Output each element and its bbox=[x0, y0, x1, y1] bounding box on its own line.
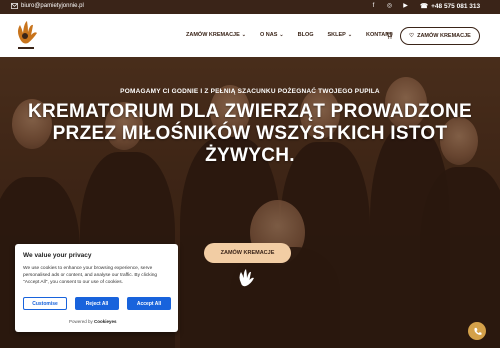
nav-item-o-nas[interactable]: O NAS ⌄ bbox=[260, 32, 284, 38]
chevron-down-icon: ⌄ bbox=[241, 32, 246, 38]
consent-title: We value your privacy bbox=[23, 252, 92, 259]
nav-item-sklep[interactable]: SKLEP ⌄ bbox=[328, 32, 353, 38]
chevron-down-icon: ⌄ bbox=[279, 32, 284, 38]
powered-by: Powered by Cookieyes bbox=[69, 319, 117, 324]
cookieyes-logo[interactable]: Cookieyes bbox=[94, 319, 117, 324]
facebook-icon[interactable]: f bbox=[370, 3, 377, 10]
hero-order-cremation-button[interactable]: ZAMÓW KREMACJE bbox=[204, 243, 291, 263]
heart-icon: ♡ bbox=[409, 33, 415, 39]
phone-icon: ☎ bbox=[420, 3, 429, 10]
top-bar: biuro@pamietyjonnie.pl f ◎ ▶ ☎ +48 575 0… bbox=[0, 0, 500, 14]
mail-icon bbox=[11, 3, 18, 9]
hero-headline: KREMATORIUM DLA ZWIERZĄT PROWADZONE PRZE… bbox=[28, 101, 472, 166]
cookie-consent-dialog: We value your privacy We use cookies to … bbox=[15, 244, 178, 332]
main-navbar: ZAMÓW KREMACJE ⌄ O NAS ⌄ BLOG SKLEP ⌄ KONTA… bbox=[0, 14, 500, 57]
paw-hand-icon bbox=[239, 269, 254, 287]
hero-tagline: POMAGAMY CI GODNIE I Z PEŁNIĄ SZACUNKU P… bbox=[120, 88, 380, 95]
email-text: biuro@pamietyjonnie.pl bbox=[21, 3, 84, 9]
instagram-icon[interactable]: ◎ bbox=[386, 3, 393, 10]
call-button[interactable] bbox=[468, 322, 486, 340]
accept-all-button[interactable]: Accept All bbox=[127, 297, 171, 310]
customise-button[interactable]: Customise bbox=[23, 297, 67, 310]
phone-icon bbox=[473, 327, 482, 335]
logo[interactable] bbox=[12, 17, 40, 53]
consent-text: We use cookies to enhance your browsing … bbox=[23, 266, 158, 285]
reject-all-button[interactable]: Reject All bbox=[75, 297, 119, 310]
chevron-down-icon: ⌄ bbox=[347, 32, 353, 38]
nav-item-zamow-kremacje[interactable]: ZAMÓW KREMACJE ⌄ bbox=[186, 32, 246, 38]
phone-link[interactable]: ☎ +48 575 081 313 bbox=[420, 2, 481, 11]
email-link[interactable]: biuro@pamietyjonnie.pl bbox=[11, 3, 84, 9]
phone-number: +48 575 081 313 bbox=[431, 2, 481, 10]
cart-icon[interactable] bbox=[385, 31, 393, 39]
nav-item-blog[interactable]: BLOG bbox=[298, 32, 314, 38]
youtube-icon[interactable]: ▶ bbox=[402, 3, 409, 10]
order-cremation-button[interactable]: ♡ ZAMÓW KREMACJE bbox=[400, 27, 480, 45]
